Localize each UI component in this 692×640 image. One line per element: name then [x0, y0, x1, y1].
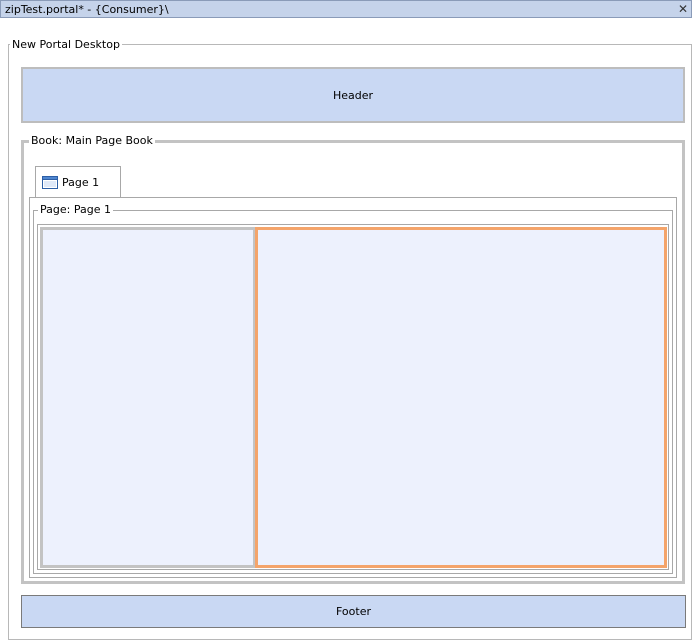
header-label: Header	[332, 88, 374, 102]
placeholder-left[interactable]	[40, 227, 256, 568]
header-region[interactable]: Header	[21, 67, 685, 123]
footer-region[interactable]: Footer	[21, 595, 686, 628]
close-icon[interactable]: ✕	[678, 1, 688, 17]
editor-title-bar[interactable]: zipTest.portal* - {Consumer}\ ✕	[0, 0, 692, 18]
page-icon	[42, 176, 58, 189]
book-label: Book: Main Page Book	[29, 134, 155, 147]
tab-label: Page 1	[62, 176, 100, 189]
footer-label: Footer	[336, 605, 371, 618]
placeholder-right-selected[interactable]	[255, 227, 667, 568]
tab-page-1[interactable]: Page 1	[35, 166, 121, 198]
editor-title: zipTest.portal* - {Consumer}\	[5, 3, 169, 16]
desktop-label: New Portal Desktop	[10, 38, 122, 51]
page-label: Page: Page 1	[38, 203, 113, 216]
